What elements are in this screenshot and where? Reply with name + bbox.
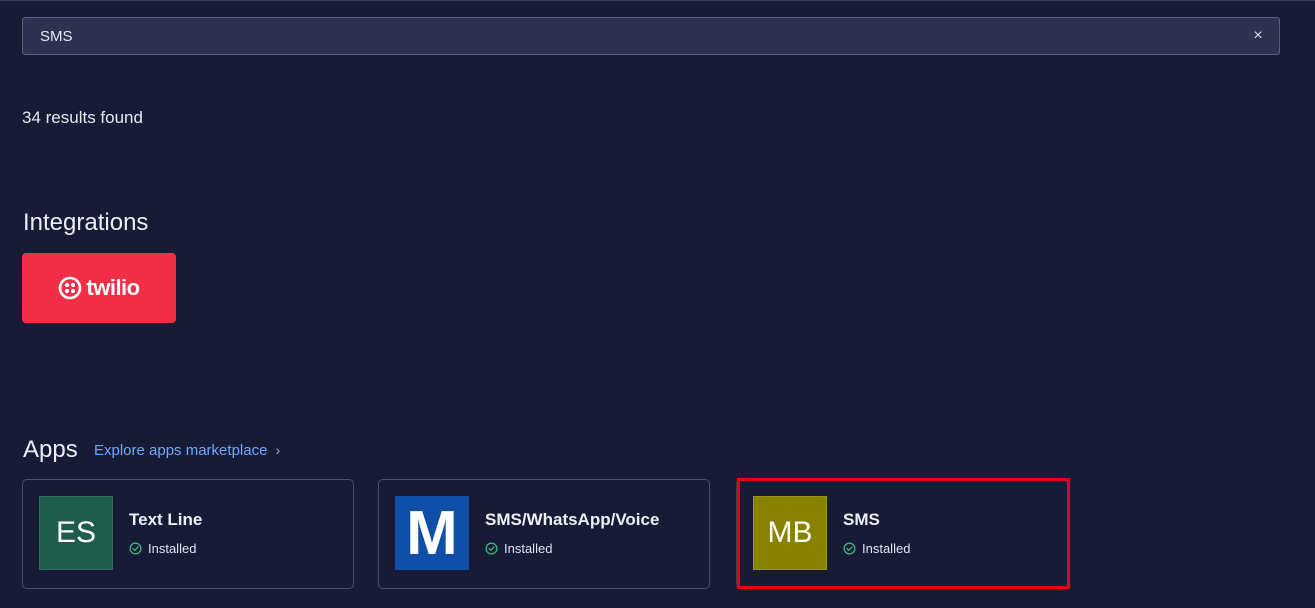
app-name: SMS/WhatsApp/Voice bbox=[485, 510, 660, 529]
top-divider bbox=[0, 0, 1315, 1]
apps-title: Apps bbox=[23, 436, 78, 463]
installed-label: Installed bbox=[504, 541, 553, 556]
explore-link-label: Explore apps marketplace bbox=[94, 442, 268, 459]
search-box: × bbox=[22, 17, 1280, 55]
installed-status: Installed bbox=[129, 541, 196, 556]
app-logo: MB bbox=[753, 496, 827, 570]
installed-status: Installed bbox=[485, 541, 552, 556]
explore-apps-link[interactable]: Explore apps marketplace › bbox=[94, 442, 280, 459]
installed-status: Installed bbox=[843, 541, 910, 556]
app-card-sms-whatsapp-voice[interactable]: M SMS/WhatsApp/Voice Installed bbox=[378, 479, 710, 589]
chevron-right-icon: › bbox=[275, 442, 281, 458]
app-card-text-line[interactable]: ES Text Line Installed bbox=[22, 479, 354, 589]
results-count: 34 results found bbox=[22, 108, 143, 127]
app-logo: ES bbox=[39, 496, 113, 570]
integration-tile-twilio[interactable]: twilio bbox=[22, 253, 176, 323]
integrations-title: Integrations bbox=[23, 209, 149, 236]
twilio-wordmark: twilio bbox=[86, 275, 140, 300]
twilio-logo: twilio bbox=[58, 275, 140, 301]
twilio-icon bbox=[59, 276, 82, 300]
check-circle-icon bbox=[843, 542, 856, 555]
close-icon[interactable]: × bbox=[1251, 27, 1265, 45]
app-name: Text Line bbox=[129, 510, 203, 529]
app-logo: M bbox=[395, 496, 469, 570]
app-name: SMS bbox=[843, 510, 880, 529]
check-circle-icon bbox=[129, 542, 142, 555]
installed-label: Installed bbox=[148, 541, 197, 556]
installed-label: Installed bbox=[862, 541, 911, 556]
search-input[interactable] bbox=[23, 18, 1223, 54]
check-circle-icon bbox=[485, 542, 498, 555]
app-card-sms[interactable]: MB SMS Installed bbox=[736, 479, 1068, 589]
